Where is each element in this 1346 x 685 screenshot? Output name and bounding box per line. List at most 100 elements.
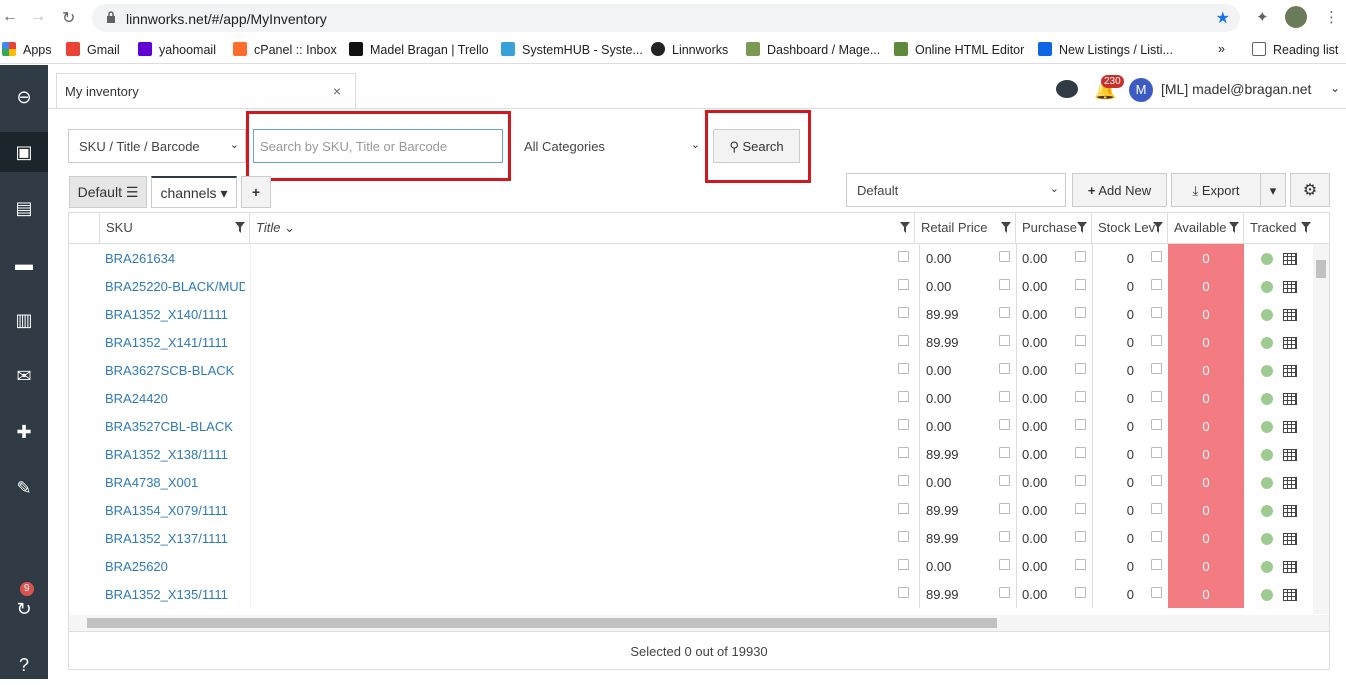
- edit-icon[interactable]: [898, 391, 909, 402]
- title-cell[interactable]: [250, 328, 915, 356]
- title-cell[interactable]: [250, 272, 915, 300]
- table-row[interactable]: BRA1352_X135/1111 89.99 0.00 0 0: [69, 580, 1313, 608]
- edit-icon[interactable]: [999, 503, 1010, 514]
- user-menu[interactable]: [ML] madel@bragan.net: [1161, 81, 1311, 97]
- bookmark-apps[interactable]: Apps: [2, 42, 52, 57]
- edit-icon[interactable]: [898, 475, 909, 486]
- retail-price-cell[interactable]: 0.00: [919, 552, 999, 580]
- scroll-thumb[interactable]: [1316, 260, 1326, 278]
- edit-icon[interactable]: [999, 251, 1010, 262]
- edit-icon[interactable]: [999, 279, 1010, 290]
- edit-icon[interactable]: [1151, 279, 1162, 290]
- stock-level-cell[interactable]: 0: [1092, 272, 1134, 300]
- purchase-cell[interactable]: 0.00: [1016, 412, 1076, 440]
- chevron-down-icon[interactable]: ⌄: [1330, 81, 1340, 95]
- edit-icon[interactable]: [999, 363, 1010, 374]
- title-cell[interactable]: [250, 440, 915, 468]
- table-row[interactable]: BRA1352_X140/1111 89.99 0.00 0 0: [69, 300, 1313, 328]
- table-icon[interactable]: [1283, 281, 1297, 293]
- tab-my-inventory[interactable]: My inventory ×: [56, 73, 356, 109]
- filter-icon[interactable]: [900, 222, 910, 233]
- table-row[interactable]: BRA1352_X138/1111 89.99 0.00 0 0: [69, 440, 1313, 468]
- category-select[interactable]: All Categories ⌄: [513, 129, 707, 163]
- filter-icon[interactable]: [1229, 222, 1239, 233]
- edit-icon[interactable]: [999, 587, 1010, 598]
- bookmark-trello[interactable]: Madel Bragan | Trello: [349, 42, 489, 57]
- edit-icon[interactable]: [898, 251, 909, 262]
- edit-icon[interactable]: [999, 391, 1010, 402]
- edit-icon[interactable]: [999, 531, 1010, 542]
- edit-icon[interactable]: [999, 307, 1010, 318]
- table-row[interactable]: BRA261634 0.00 0.00 0 0: [69, 244, 1313, 272]
- star-icon[interactable]: ★: [1216, 8, 1230, 28]
- edit-icon[interactable]: [898, 335, 909, 346]
- table-icon[interactable]: [1283, 505, 1297, 517]
- gear-icon[interactable]: ⚙: [1290, 173, 1330, 207]
- bookmark-cpanel[interactable]: cPanel :: Inbox: [233, 42, 337, 57]
- stock-level-cell[interactable]: 0: [1092, 328, 1134, 356]
- bookmark-html-editor[interactable]: Online HTML Editor: [894, 42, 1024, 57]
- purchase-cell[interactable]: 0.00: [1016, 496, 1076, 524]
- column-tracked[interactable]: Tracked: [1244, 213, 1329, 243]
- edit-icon[interactable]: [898, 587, 909, 598]
- bookmark-yahoomail[interactable]: yahoomail: [138, 42, 216, 57]
- reload-icon[interactable]: ↻: [62, 8, 75, 28]
- purchase-cell[interactable]: 0.00: [1016, 552, 1076, 580]
- table-icon[interactable]: [1283, 421, 1297, 433]
- edit-icon[interactable]: [898, 363, 909, 374]
- search-type-select[interactable]: SKU / Title / Barcode ⌄: [68, 129, 246, 163]
- inventory-icon[interactable]: ▣: [0, 132, 48, 172]
- stock-level-cell[interactable]: 0: [1092, 356, 1134, 384]
- filter-icon[interactable]: [1077, 222, 1087, 233]
- scroll-thumb[interactable]: [87, 618, 997, 628]
- title-cell[interactable]: [250, 524, 915, 552]
- edit-icon[interactable]: [1151, 475, 1162, 486]
- purchase-cell[interactable]: 0.00: [1016, 440, 1076, 468]
- edit-icon[interactable]: [999, 419, 1010, 430]
- edit-icon[interactable]: [1075, 307, 1086, 318]
- messages-envelope-icon[interactable]: ✉: [0, 356, 48, 396]
- table-icon[interactable]: [1283, 309, 1297, 321]
- column-title[interactable]: Title ⌄: [250, 213, 915, 243]
- edit-icon[interactable]: [1151, 391, 1162, 402]
- edit-icon[interactable]: [1075, 559, 1086, 570]
- export-button[interactable]: ⤓ Export: [1171, 173, 1261, 207]
- shipping-truck-icon[interactable]: ▬: [0, 244, 48, 284]
- sku-link[interactable]: BRA261634: [69, 244, 245, 272]
- edit-icon[interactable]: [1151, 363, 1162, 374]
- stock-level-cell[interactable]: 0: [1092, 524, 1134, 552]
- stock-level-cell[interactable]: 0: [1092, 412, 1134, 440]
- stock-level-cell[interactable]: 0: [1092, 468, 1134, 496]
- edit-icon[interactable]: [1075, 447, 1086, 458]
- apps-puzzle-icon[interactable]: ✚: [0, 412, 48, 452]
- purchase-cell[interactable]: 0.00: [1016, 524, 1076, 552]
- retail-price-cell[interactable]: 89.99: [919, 440, 999, 468]
- retail-price-cell[interactable]: 0.00: [919, 412, 999, 440]
- table-row[interactable]: BRA3627SCB-BLACK 0.00 0.00 0 0: [69, 356, 1313, 384]
- edit-icon[interactable]: [1075, 587, 1086, 598]
- edit-icon[interactable]: [898, 279, 909, 290]
- edit-icon[interactable]: [1151, 335, 1162, 346]
- retail-price-cell[interactable]: 0.00: [919, 356, 999, 384]
- bookmark-dashboard[interactable]: Dashboard / Mage...: [746, 42, 880, 57]
- table-icon[interactable]: [1283, 533, 1297, 545]
- edit-icon[interactable]: [898, 419, 909, 430]
- edit-icon[interactable]: [1075, 279, 1086, 290]
- view-select[interactable]: Default ⌄: [846, 173, 1066, 207]
- edit-icon[interactable]: [1075, 335, 1086, 346]
- retail-price-cell[interactable]: 89.99: [919, 496, 999, 524]
- edit-icon[interactable]: [1075, 251, 1086, 262]
- avatar[interactable]: M: [1129, 78, 1153, 102]
- sku-link[interactable]: BRA3527CBL-BLACK: [69, 412, 245, 440]
- title-cell[interactable]: [250, 356, 915, 384]
- purchase-cell[interactable]: 0.00: [1016, 244, 1076, 272]
- edit-icon[interactable]: [1075, 531, 1086, 542]
- table-icon[interactable]: [1283, 449, 1297, 461]
- retail-price-cell[interactable]: 0.00: [919, 384, 999, 412]
- purchase-cell[interactable]: 0.00: [1016, 468, 1076, 496]
- bookmark-gmail[interactable]: Gmail: [66, 42, 120, 57]
- table-icon[interactable]: [1283, 393, 1297, 405]
- table-row[interactable]: BRA24420 0.00 0.00 0 0: [69, 384, 1313, 412]
- filter-icon[interactable]: [1301, 222, 1311, 233]
- sku-link[interactable]: BRA3627SCB-BLACK: [69, 356, 245, 384]
